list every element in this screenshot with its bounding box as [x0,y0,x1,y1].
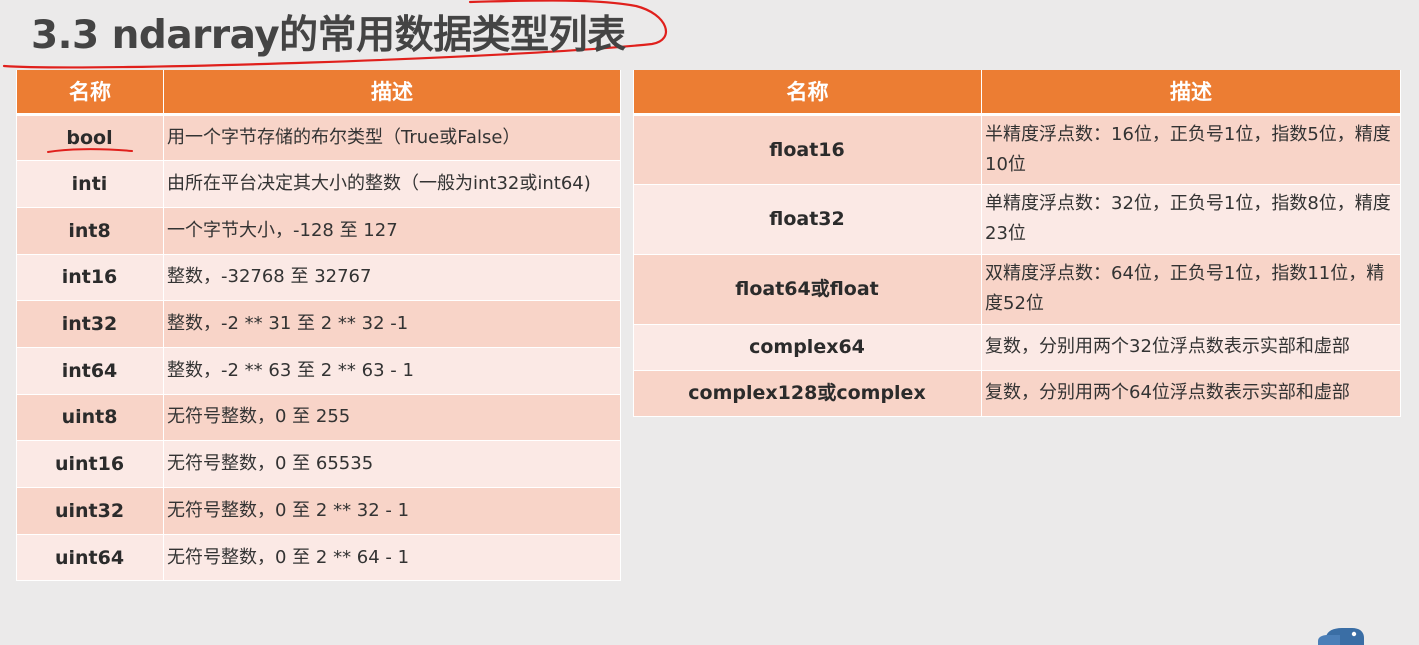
type-name-cell: uint16 [16,440,164,488]
table-row: float32 单精度浮点数：32位，正负号1位，指数8位，精度23位 [633,184,1401,255]
type-desc-cell: 双精度浮点数：64位，正负号1位，指数11位，精度52位 [981,254,1401,325]
red-underline-annotation [47,148,134,153]
type-desc-cell: 整数，-2 ** 63 至 2 ** 63 - 1 [163,347,621,395]
type-name-cell: uint32 [16,487,164,535]
type-desc-cell: 无符号整数，0 至 65535 [163,440,621,488]
type-name-cell: complex128或complex [633,370,982,417]
type-name-cell: float64或float [633,254,982,325]
type-name-cell: uint64 [16,534,164,582]
table-row: int32 整数，-2 ** 31 至 2 ** 32 -1 [16,300,621,348]
table-row: uint8 无符号整数，0 至 255 [16,394,621,442]
column-header-name: 名称 [633,70,982,116]
type-desc-cell: 单精度浮点数：32位，正负号1位，指数8位，精度23位 [981,184,1401,255]
type-desc-cell: 无符号整数，0 至 255 [163,394,621,442]
type-name-cell: int64 [16,347,164,395]
type-desc-cell: 用一个字节存储的布尔类型（True或False） [163,114,621,162]
table-header-row: 名称 描述 [633,70,1401,116]
table-row: complex64 复数，分别用两个32位浮点数表示实部和虚部 [633,324,1401,371]
table-row: complex128或complex 复数，分别用两个64位浮点数表示实部和虚部 [633,370,1401,417]
type-name-cell: inti [16,160,164,208]
table-row: uint32 无符号整数，0 至 2 ** 32 - 1 [16,487,621,535]
type-name-cell: int16 [16,254,164,302]
column-header-name: 名称 [16,70,164,116]
table-row: inti 由所在平台决定其大小的整数（一般为int32或int64) [16,160,621,208]
type-name-cell: complex64 [633,324,982,371]
type-name-cell: float16 [633,114,982,185]
title-area: 3.3 ndarray的常用数据类型列表 [0,0,680,74]
table-row: float64或float 双精度浮点数：64位，正负号1位，指数11位，精度5… [633,254,1401,325]
type-name-bool: bool [47,123,134,153]
type-desc-cell: 整数，-2 ** 31 至 2 ** 32 -1 [163,300,621,348]
type-desc-cell: 由所在平台决定其大小的整数（一般为int32或int64) [163,160,621,208]
type-name-cell: bool [16,114,164,162]
type-desc-cell: 复数，分别用两个32位浮点数表示实部和虚部 [981,324,1401,371]
slide-title: 3.3 ndarray的常用数据类型列表 [31,13,626,58]
column-header-desc: 描述 [981,70,1401,116]
table-row: int64 整数，-2 ** 63 至 2 ** 63 - 1 [16,347,621,395]
type-desc-cell: 一个字节大小，-128 至 127 [163,207,621,255]
table-row: float16 半精度浮点数：16位，正负号1位，指数5位，精度10位 [633,114,1401,185]
table-row: uint64 无符号整数，0 至 2 ** 64 - 1 [16,534,621,582]
float-complex-types-table: 名称 描述 float16 半精度浮点数：16位，正负号1位，指数5位，精度10… [633,70,1401,417]
table-header-row: 名称 描述 [16,70,621,116]
table-row: uint16 无符号整数，0 至 65535 [16,440,621,488]
type-desc-cell: 半精度浮点数：16位，正负号1位，指数5位，精度10位 [981,114,1401,185]
table-row: bool 用一个字节存储的布尔类型（True或False） [16,114,621,162]
type-desc-cell: 无符号整数，0 至 2 ** 32 - 1 [163,487,621,535]
table-row: int16 整数，-32768 至 32767 [16,254,621,302]
type-name-cell: int32 [16,300,164,348]
type-desc-cell: 无符号整数，0 至 2 ** 64 - 1 [163,534,621,582]
type-name-cell: float32 [633,184,982,255]
column-header-desc: 描述 [163,70,621,116]
type-name-cell: int8 [16,207,164,255]
integer-types-table: 名称 描述 bool 用一个字节存储的布尔类型（True或False） inti… [16,70,621,582]
type-desc-cell: 整数，-32768 至 32767 [163,254,621,302]
python-logo-icon [1318,628,1364,645]
type-desc-cell: 复数，分别用两个64位浮点数表示实部和虚部 [981,370,1401,417]
type-name-cell: uint8 [16,394,164,442]
table-row: int8 一个字节大小，-128 至 127 [16,207,621,255]
